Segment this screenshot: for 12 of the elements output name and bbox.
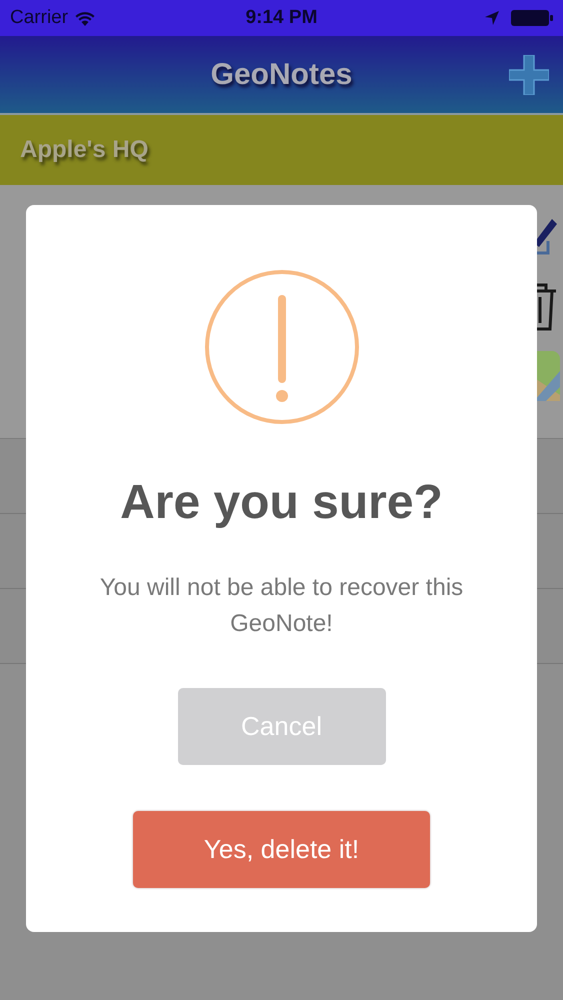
carrier-label: Carrier — [10, 7, 68, 29]
status-time: 9:14 PM — [246, 7, 318, 28]
battery-icon — [511, 9, 553, 27]
nav-title: GeoNotes — [210, 58, 352, 92]
alert-message: You will not be able to recover this GeoNote! — [98, 573, 464, 639]
add-icon[interactable] — [509, 55, 549, 95]
warning-icon — [204, 269, 360, 425]
delete-button[interactable]: Yes, delete it! — [133, 811, 430, 888]
location-arrow-icon — [485, 11, 499, 25]
section-title: Apple's HQ — [20, 136, 148, 164]
wifi-icon — [74, 10, 96, 26]
alert-title: Are you sure? — [120, 475, 443, 530]
